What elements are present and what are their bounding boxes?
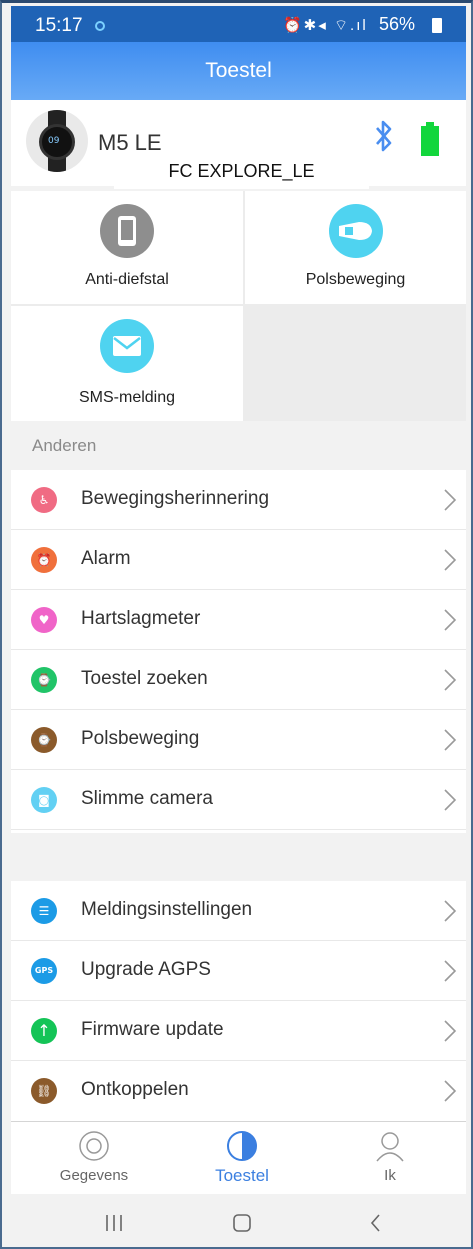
chevron-right-icon [444, 609, 457, 631]
system-nav-bar [11, 1194, 466, 1247]
wrist-icon [328, 204, 383, 258]
tab-label: Ik [384, 1167, 396, 1184]
tab-data[interactable]: Gegevens [19, 1122, 169, 1195]
list-item-movement-reminder[interactable]: ♿ Bewegingsherinnering [11, 470, 466, 530]
chevron-right-icon [444, 729, 457, 751]
battery-percentage: 56% [379, 14, 416, 34]
shortcut-sms[interactable]: SMS-melding [11, 306, 243, 421]
arrow-up-icon: ↑ [31, 1018, 57, 1044]
list-item-label: Ontkoppelen [81, 1079, 189, 1100]
tab-me[interactable]: Ik [315, 1122, 465, 1195]
list-item-heart-rate[interactable]: ♥ Hartslagmeter [11, 590, 466, 650]
list-item-label: Alarm [81, 548, 131, 569]
bluetooth-icon [376, 120, 392, 152]
device-battery-icon [421, 122, 439, 156]
tab-label: Gegevens [59, 1167, 129, 1184]
list-item-label: Slimme camera [81, 788, 213, 809]
alarm-clock-icon: ⏰ [31, 547, 57, 573]
battery-status-icon [432, 18, 442, 33]
home-icon[interactable] [227, 1208, 257, 1238]
section-label: Anderen [32, 436, 97, 455]
chevron-right-icon [444, 549, 457, 571]
shortcut-grid: Anti-diefstal Polsbeweging SMS-melding [11, 191, 466, 421]
chevron-right-icon [444, 1020, 457, 1042]
list-item-upgrade-agps[interactable]: GPS Upgrade AGPS [11, 941, 466, 1001]
list-item-smart-camera[interactable]: ◙ Slimme camera [11, 770, 466, 830]
tab-label: Toestel [215, 1166, 269, 1185]
list-item-wrist-motion[interactable]: ⌚ Polsbeweging [11, 710, 466, 770]
chevron-right-icon [444, 669, 457, 691]
back-icon[interactable] [361, 1208, 391, 1238]
notification-icon [95, 21, 105, 31]
shortcut-anti-theft[interactable]: Anti-diefstal [11, 191, 243, 304]
message-icon: ☰ [31, 898, 57, 924]
device-name: M5 LE [98, 130, 162, 150]
phone-frame: 15:17 ⏰✱◂ ⌔.ıl 56% Toestel 09 M5 LE FC E… [0, 0, 473, 1249]
watch-face-text: 09 [48, 136, 60, 146]
status-time: 15:17 [35, 15, 83, 36]
list-item-find-device[interactable]: ⌚ Toestel zoeken [11, 650, 466, 710]
wrist-watch-icon: ⌚ [31, 727, 57, 753]
settings-list-secondary: ☰ Meldingsinstellingen GPS Upgrade AGPS … [11, 881, 466, 1121]
list-item-alarm[interactable]: ⏰ Alarm [11, 530, 466, 590]
half-circle-icon [227, 1131, 257, 1161]
heart-icon: ♥ [31, 607, 57, 633]
target-icon [79, 1131, 109, 1161]
list-item-label: Polsbeweging [81, 728, 200, 749]
chevron-right-icon [444, 1080, 457, 1102]
bottom-tab-bar: Gegevens Toestel Ik [11, 1121, 466, 1194]
shortcut-label: SMS-melding [78, 389, 176, 406]
sitting-icon: ♿ [31, 487, 57, 513]
tab-device[interactable]: Toestel [167, 1122, 317, 1195]
list-item-label: Upgrade AGPS [81, 959, 211, 980]
device-caption: FC EXPLORE_LE [114, 153, 369, 189]
list-item-unpair[interactable]: ⛓ Ontkoppelen [11, 1061, 466, 1121]
shortcut-label: Polsbeweging [305, 271, 406, 288]
gps-icon: GPS [31, 958, 57, 984]
page-title: Toestel [205, 59, 272, 82]
status-bar: 15:17 ⏰✱◂ ⌔.ıl 56% [11, 6, 466, 42]
list-item-label: Meldingsinstellingen [81, 899, 253, 920]
chevron-right-icon [444, 900, 457, 922]
list-item-label: Bewegingsherinnering [81, 488, 270, 509]
watch-avatar: 09 [26, 110, 88, 172]
unlink-icon: ⛓ [31, 1078, 57, 1104]
chevron-right-icon [444, 960, 457, 982]
list-item-firmware-update[interactable]: ↑ Firmware update [11, 1001, 466, 1061]
list-item-label: Hartslagmeter [81, 608, 201, 629]
shortcut-label: Anti-diefstal [85, 271, 169, 288]
recent-apps-icon[interactable] [99, 1208, 129, 1238]
chevron-right-icon [444, 489, 457, 511]
list-item-label: Firmware update [81, 1019, 224, 1040]
camera-icon: ◙ [31, 787, 57, 813]
app-header: Toestel [11, 42, 466, 100]
find-watch-icon: ⌚ [31, 667, 57, 693]
chevron-right-icon [444, 789, 457, 811]
list-item-notification-settings[interactable]: ☰ Meldingsinstellingen [11, 881, 466, 941]
settings-list: ♿ Bewegingsherinnering ⏰ Alarm ♥ Hartsla… [11, 470, 466, 833]
envelope-icon [100, 319, 154, 373]
phone-icon [100, 204, 154, 258]
user-icon [376, 1132, 404, 1162]
list-item-label: Toestel zoeken [81, 668, 208, 689]
status-icons: ⏰✱◂ ⌔.ıl [283, 17, 368, 34]
shortcut-wrist-motion[interactable]: Polsbeweging [245, 191, 466, 304]
